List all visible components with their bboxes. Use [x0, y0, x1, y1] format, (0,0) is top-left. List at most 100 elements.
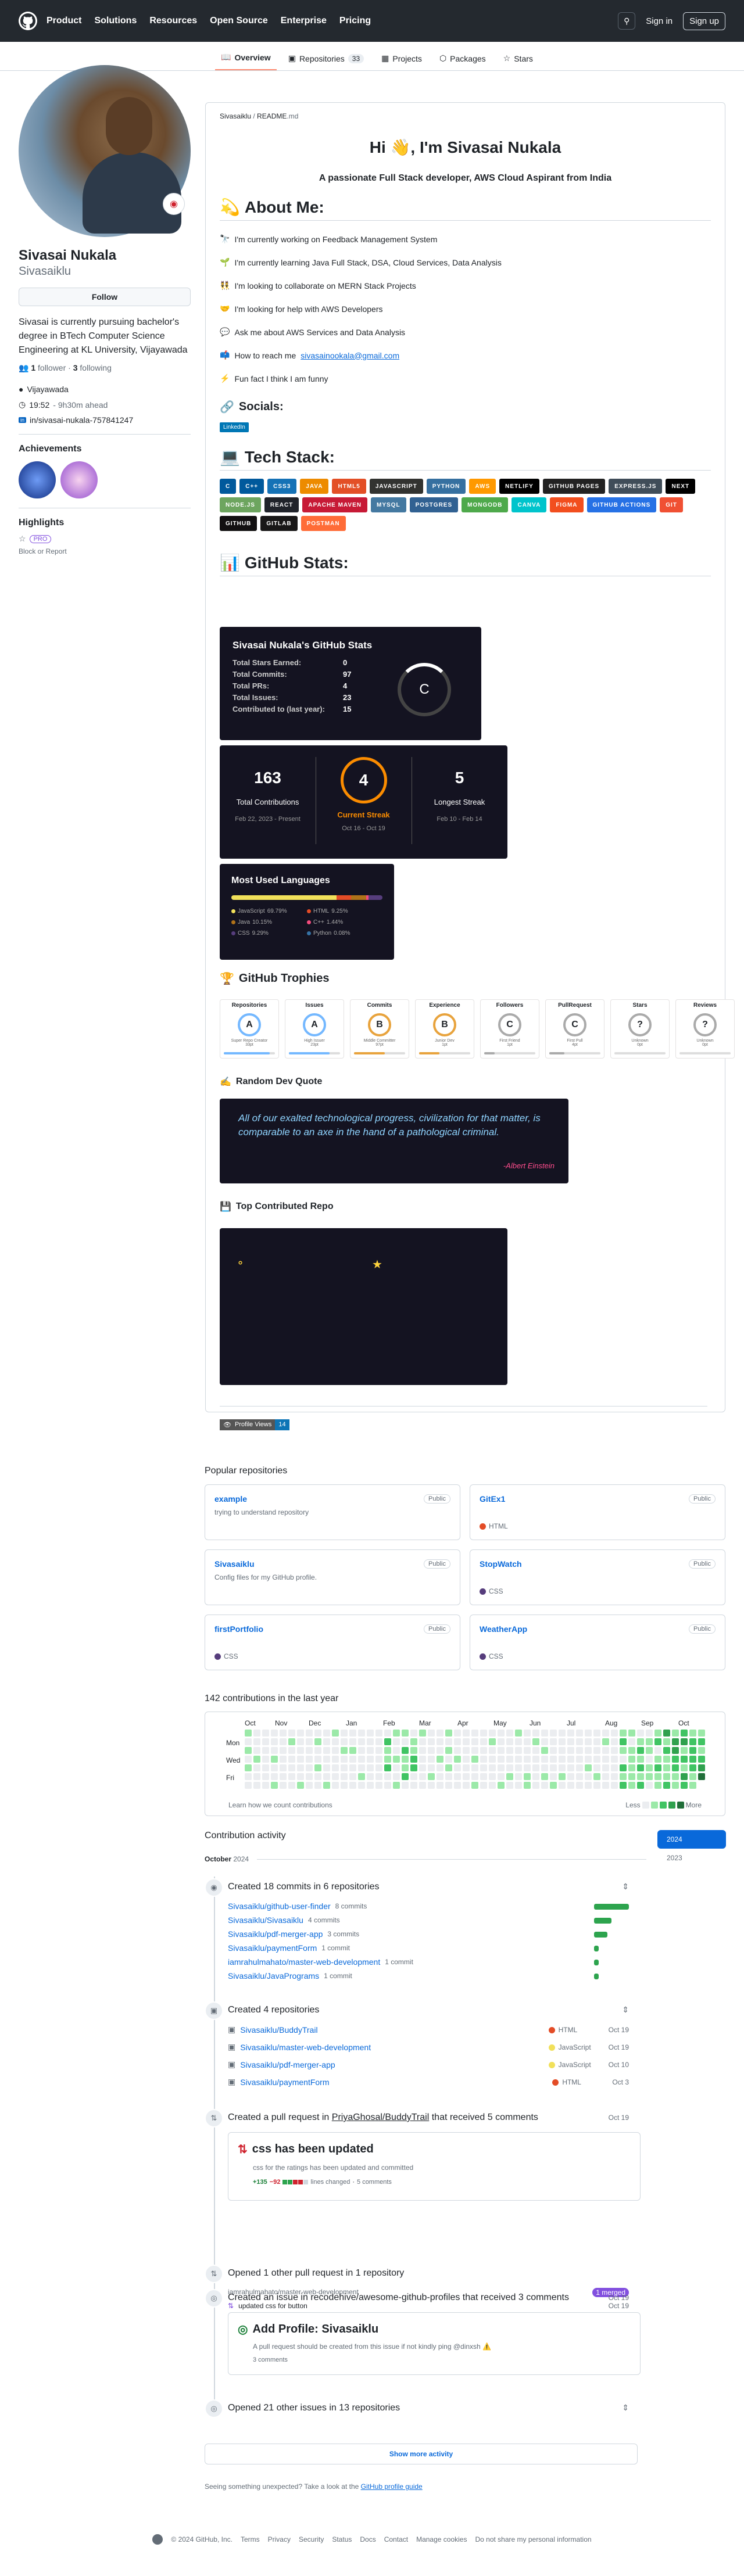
contribution-cell[interactable]	[393, 1756, 400, 1763]
avatar[interactable]: ◉	[19, 65, 191, 237]
contribution-cell[interactable]	[628, 1730, 635, 1737]
contribution-cell[interactable]	[323, 1730, 330, 1737]
contribution-cell[interactable]	[602, 1782, 609, 1789]
commit-repo-link[interactable]: Sivasaiklu/Sivasaiklu	[228, 1915, 303, 1925]
contribution-cell[interactable]	[550, 1782, 557, 1789]
contribution-cell[interactable]	[576, 1730, 583, 1737]
contribution-cell[interactable]	[646, 1764, 653, 1771]
contribution-cell[interactable]	[358, 1756, 365, 1763]
footer-privacy[interactable]: Privacy	[268, 2535, 291, 2543]
contribution-cell[interactable]	[280, 1756, 287, 1763]
contribution-cell[interactable]	[297, 1756, 304, 1763]
contribution-cell[interactable]	[306, 1782, 313, 1789]
contribution-cell[interactable]	[515, 1756, 522, 1763]
contribution-cell[interactable]	[410, 1730, 417, 1737]
contribution-cell[interactable]	[515, 1730, 522, 1737]
follow-button[interactable]: Follow	[19, 288, 191, 306]
tab-repositories[interactable]: ▣ Repositories 33	[282, 53, 370, 70]
contribution-cell[interactable]	[506, 1730, 513, 1737]
contribution-cell[interactable]	[471, 1773, 478, 1780]
contribution-cell[interactable]	[367, 1756, 374, 1763]
issue-title[interactable]: Add Profile: Sivasaiklu	[252, 2323, 378, 2336]
contribution-cell[interactable]	[375, 1730, 382, 1737]
contribution-cell[interactable]	[332, 1756, 339, 1763]
contribution-cell[interactable]	[689, 1730, 696, 1737]
contribution-cell[interactable]	[672, 1738, 679, 1745]
contribution-cell[interactable]	[471, 1764, 478, 1771]
contribution-cell[interactable]	[593, 1747, 600, 1754]
contribution-cell[interactable]	[620, 1773, 627, 1780]
contribution-cell[interactable]	[271, 1773, 278, 1780]
contribution-cell[interactable]	[393, 1747, 400, 1754]
contribution-cell[interactable]	[375, 1756, 382, 1763]
footer-do-not-share[interactable]: Do not share my personal information	[475, 2535, 591, 2543]
contribution-cell[interactable]	[271, 1738, 278, 1745]
contribution-cell[interactable]	[437, 1773, 443, 1780]
contribution-cell[interactable]	[245, 1764, 252, 1771]
contribution-cell[interactable]	[489, 1747, 496, 1754]
contribution-cell[interactable]	[559, 1756, 566, 1763]
contribution-cell[interactable]	[367, 1730, 374, 1737]
pr-title[interactable]: css has been updated	[252, 2143, 374, 2156]
contribution-cell[interactable]	[280, 1782, 287, 1789]
contribution-cell[interactable]	[620, 1764, 627, 1771]
contribution-cell[interactable]	[280, 1773, 287, 1780]
contribution-cell[interactable]	[646, 1747, 653, 1754]
contribution-cell[interactable]	[524, 1738, 531, 1745]
contribution-cell[interactable]	[419, 1738, 426, 1745]
contribution-cell[interactable]	[402, 1738, 409, 1745]
contribution-cell[interactable]	[323, 1747, 330, 1754]
contribution-cell[interactable]	[341, 1782, 348, 1789]
contribution-cell[interactable]	[498, 1764, 505, 1771]
contribution-cell[interactable]	[323, 1782, 330, 1789]
learn-contributions-link[interactable]: Learn how we count contributions	[228, 1801, 332, 1809]
repo-name-link[interactable]: WeatherApp	[480, 1624, 716, 1634]
contribution-cell[interactable]	[532, 1782, 539, 1789]
contribution-cell[interactable]	[262, 1730, 269, 1737]
commit-repo-link[interactable]: Sivasaiklu/paymentForm	[228, 1943, 317, 1953]
contribution-cell[interactable]	[358, 1730, 365, 1737]
repo-name-link[interactable]: StopWatch	[480, 1559, 716, 1569]
contribution-cell[interactable]	[628, 1782, 635, 1789]
contribution-cell[interactable]	[288, 1738, 295, 1745]
contribution-cell[interactable]	[602, 1738, 609, 1745]
contribution-cell[interactable]	[628, 1756, 635, 1763]
contribution-cell[interactable]	[253, 1773, 260, 1780]
contribution-cell[interactable]	[437, 1782, 443, 1789]
contribution-cell[interactable]	[297, 1782, 304, 1789]
contribution-cell[interactable]	[323, 1764, 330, 1771]
contribution-cell[interactable]	[550, 1747, 557, 1754]
contribution-cell[interactable]	[681, 1773, 688, 1780]
contribution-cell[interactable]	[637, 1764, 644, 1771]
contribution-cell[interactable]	[358, 1747, 365, 1754]
contribution-cell[interactable]	[489, 1764, 496, 1771]
nav-solutions[interactable]: Solutions	[94, 16, 137, 26]
contribution-cell[interactable]	[245, 1782, 252, 1789]
contribution-cell[interactable]	[428, 1756, 435, 1763]
contribution-cell[interactable]	[341, 1764, 348, 1771]
contribution-cell[interactable]	[445, 1756, 452, 1763]
contribution-cell[interactable]	[463, 1756, 470, 1763]
contribution-cell[interactable]	[550, 1773, 557, 1780]
tab-projects[interactable]: ▦ Projects	[375, 53, 428, 70]
contribution-cell[interactable]	[314, 1773, 321, 1780]
contribution-cell[interactable]	[410, 1764, 417, 1771]
contribution-cell[interactable]	[654, 1730, 661, 1737]
contribution-cell[interactable]	[271, 1747, 278, 1754]
contribution-cell[interactable]	[262, 1782, 269, 1789]
contribution-cell[interactable]	[480, 1730, 487, 1737]
contribution-cell[interactable]	[480, 1782, 487, 1789]
contribution-cell[interactable]	[349, 1756, 356, 1763]
contribution-cell[interactable]	[253, 1764, 260, 1771]
contribution-cell[interactable]	[393, 1773, 400, 1780]
contribution-cell[interactable]	[620, 1747, 627, 1754]
contribution-cell[interactable]	[245, 1730, 252, 1737]
repo-name-link[interactable]: firstPortfolio	[214, 1624, 450, 1634]
contribution-cell[interactable]	[314, 1764, 321, 1771]
tab-packages[interactable]: ⬡ Packages	[434, 53, 492, 70]
following-label[interactable]: following	[80, 363, 111, 372]
profile-guide-link[interactable]: GitHub profile guide	[361, 2482, 423, 2491]
contribution-cell[interactable]	[463, 1730, 470, 1737]
contribution-cell[interactable]	[332, 1730, 339, 1737]
contribution-cell[interactable]	[689, 1773, 696, 1780]
